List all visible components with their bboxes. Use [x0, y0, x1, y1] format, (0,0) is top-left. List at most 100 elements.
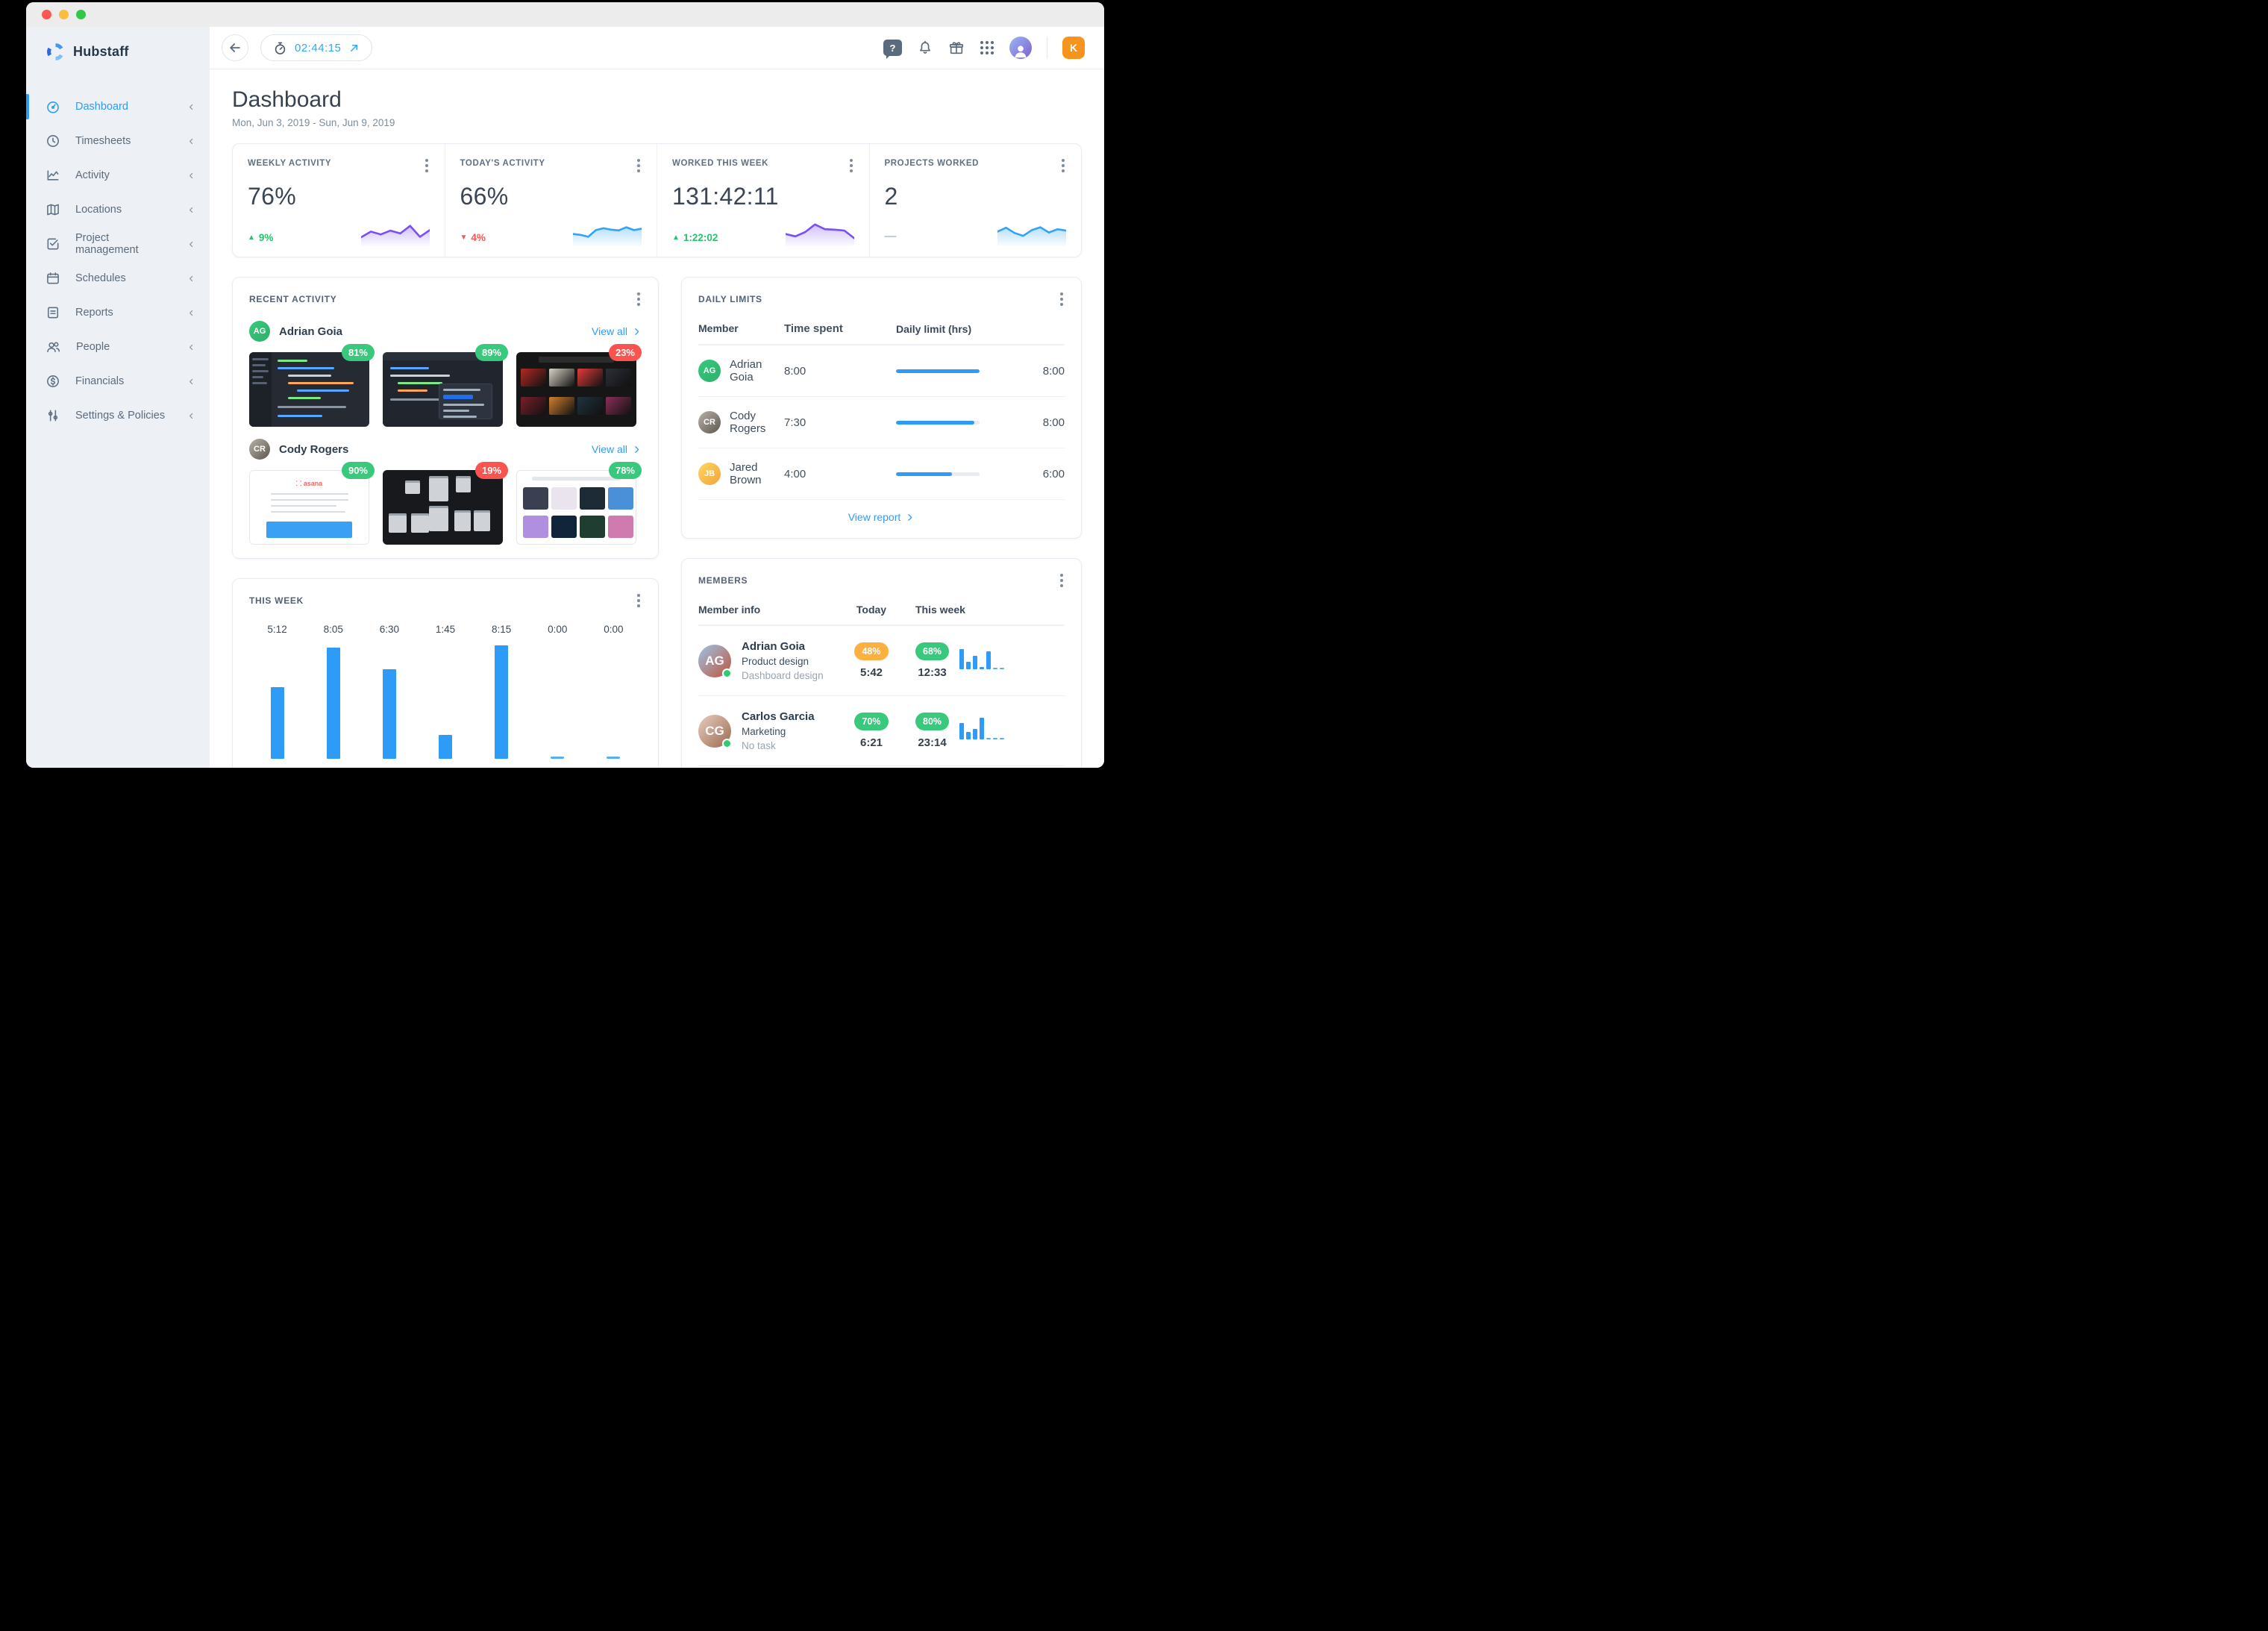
view-all-link[interactable]: View all	[592, 325, 642, 337]
sidebar-item-people[interactable]: People	[26, 330, 210, 364]
daily-limit-progress	[896, 472, 980, 476]
activity-thumbnail[interactable]: 89%	[383, 352, 503, 427]
member-name: Adrian Goia	[742, 640, 824, 653]
daily-limits-view-report-link[interactable]: View report	[848, 511, 915, 523]
organization-badge[interactable]: K	[1062, 37, 1085, 59]
member-avatar: AG	[698, 360, 721, 382]
recent-activity-title: RECENT ACTIVITY	[249, 294, 336, 304]
daily-limit-row: AGAdrian Goia8:008:00	[698, 345, 1065, 397]
member-avatar: CR	[249, 439, 270, 460]
apps-grid-icon[interactable]	[980, 40, 994, 55]
back-button[interactable]	[222, 34, 248, 61]
activity-thumbnail[interactable]: 81%	[249, 352, 369, 427]
member-avatar: JB	[698, 463, 721, 485]
member-task: No task	[742, 740, 815, 751]
sidebar-item-label: People	[76, 341, 172, 353]
sidebar-item-activity[interactable]: Activity	[26, 158, 210, 192]
chevron-left-icon	[187, 102, 196, 112]
week-chart-column-tue: 8:05Tue	[305, 624, 361, 768]
week-chart-column-sun: 0:00Sun	[586, 624, 642, 768]
sidebar-item-dashboard[interactable]: Dashboard	[26, 90, 210, 124]
sparkline-chart	[573, 216, 642, 246]
user-avatar[interactable]	[1009, 37, 1032, 59]
daily-limits-rows: AGAdrian Goia8:008:00CRCody Rogers7:308:…	[698, 345, 1065, 500]
members-menu-icon[interactable]	[1059, 571, 1065, 590]
member-name: Carlos Garcia	[742, 710, 815, 723]
sidebar-item-project-management[interactable]: Project management	[26, 227, 210, 261]
stat-card-menu-icon[interactable]	[1060, 156, 1066, 175]
this-week-cell: 68%12:33	[915, 642, 1065, 679]
this-week-card: THIS WEEK 5:12Mon8:05Tue6:30Wed1:45Thu8:…	[232, 578, 659, 768]
activity-percent-badge: 89%	[475, 344, 508, 361]
status-online-dot	[722, 739, 732, 748]
activity-thumbnail[interactable]: ⸬ asana90%	[249, 470, 369, 545]
dollar-icon	[46, 374, 60, 389]
person-icon	[1012, 43, 1029, 59]
stat-card-menu-icon[interactable]	[424, 156, 430, 175]
timer-widget[interactable]: 02:44:15	[260, 34, 372, 61]
notifications-icon[interactable]	[917, 40, 933, 56]
activity-thumbnails: 81%89%23%	[249, 352, 642, 427]
daily-limit-progress	[896, 369, 980, 373]
main-column: 02:44:15 ?	[210, 27, 1104, 768]
minimize-window-button[interactable]	[59, 10, 69, 19]
status-online-dot	[722, 669, 732, 678]
member-cell: JBJared Brown	[698, 461, 784, 486]
stat-card-delta: ▲9%	[248, 232, 273, 246]
bar-value-label: 1:45	[436, 624, 455, 635]
sidebar-item-label: Settings & Policies	[75, 410, 172, 422]
sidebar-item-settings-policies[interactable]: Settings & Policies	[26, 398, 210, 433]
bar-value-label: 8:05	[324, 624, 343, 635]
recent-activity-menu-icon[interactable]	[636, 289, 642, 309]
clock-icon	[46, 134, 60, 148]
hubstaff-logo[interactable]: Hubstaff	[26, 27, 210, 76]
sidebar-item-locations[interactable]: Locations	[26, 192, 210, 227]
gift-icon[interactable]	[948, 40, 965, 56]
member-row: CGCarlos GarciaMarketingNo task70%6:2180…	[698, 696, 1065, 766]
week-bar	[271, 687, 284, 759]
stat-card-projects-worked: PROJECTS WORKED2—	[869, 144, 1082, 257]
close-window-button[interactable]	[42, 10, 51, 19]
week-mini-chart	[959, 644, 1004, 669]
calendar-icon	[46, 271, 60, 286]
activity-percent-badge: 68%	[915, 642, 949, 660]
logo-text: Hubstaff	[73, 44, 129, 60]
activity-percent-badge: 80%	[915, 713, 949, 730]
chevron-left-icon	[187, 377, 196, 386]
week-bar	[383, 669, 396, 759]
stat-card-menu-icon[interactable]	[636, 156, 642, 175]
member-avatar: AG	[249, 321, 270, 342]
sidebar-item-schedules[interactable]: Schedules	[26, 261, 210, 295]
activity-thumbnail[interactable]: 23%	[516, 352, 636, 427]
activity-percent-badge: 81%	[342, 344, 375, 361]
help-icon[interactable]: ?	[883, 40, 902, 56]
chevron-left-icon	[187, 274, 196, 284]
sidebar-item-financials[interactable]: Financials	[26, 364, 210, 398]
zoom-window-button[interactable]	[76, 10, 86, 19]
hubstaff-logo-icon	[46, 42, 66, 62]
stat-card-value: 76%	[248, 183, 430, 210]
sidebar-item-timesheets[interactable]: Timesheets	[26, 124, 210, 158]
activity-thumbnail[interactable]: 19%	[383, 470, 503, 545]
chevron-left-icon	[187, 171, 196, 181]
open-timer-icon[interactable]	[348, 43, 360, 54]
daily-limits-menu-icon[interactable]	[1059, 289, 1065, 309]
activity-thumbnail[interactable]: 78%	[516, 470, 636, 545]
activity-percent-badge: 90%	[342, 462, 375, 479]
members-header: Member info Today This week	[698, 604, 1065, 626]
chevron-left-icon	[187, 240, 196, 249]
header-actions: ?	[883, 37, 1085, 59]
people-icon	[46, 339, 61, 354]
recent-activity-person: CRCody RogersView all	[249, 439, 642, 460]
today-cell: 70%6:21	[827, 713, 915, 749]
sliders-icon	[46, 408, 60, 423]
this-week-menu-icon[interactable]	[636, 591, 642, 610]
member-info-cell: AGAdrian GoiaProduct designDashboard des…	[698, 640, 827, 681]
stat-card-label: TODAY'S ACTIVITY	[460, 159, 545, 168]
sidebar-item-reports[interactable]: Reports	[26, 295, 210, 330]
sidebar-item-label: Dashboard	[75, 101, 172, 113]
date-range: Mon, Jun 3, 2019 - Sun, Jun 9, 2019	[232, 117, 1082, 128]
stat-card-menu-icon[interactable]	[848, 156, 854, 175]
view-all-link[interactable]: View all	[592, 443, 642, 455]
bar-value-label: 0:00	[604, 624, 623, 635]
